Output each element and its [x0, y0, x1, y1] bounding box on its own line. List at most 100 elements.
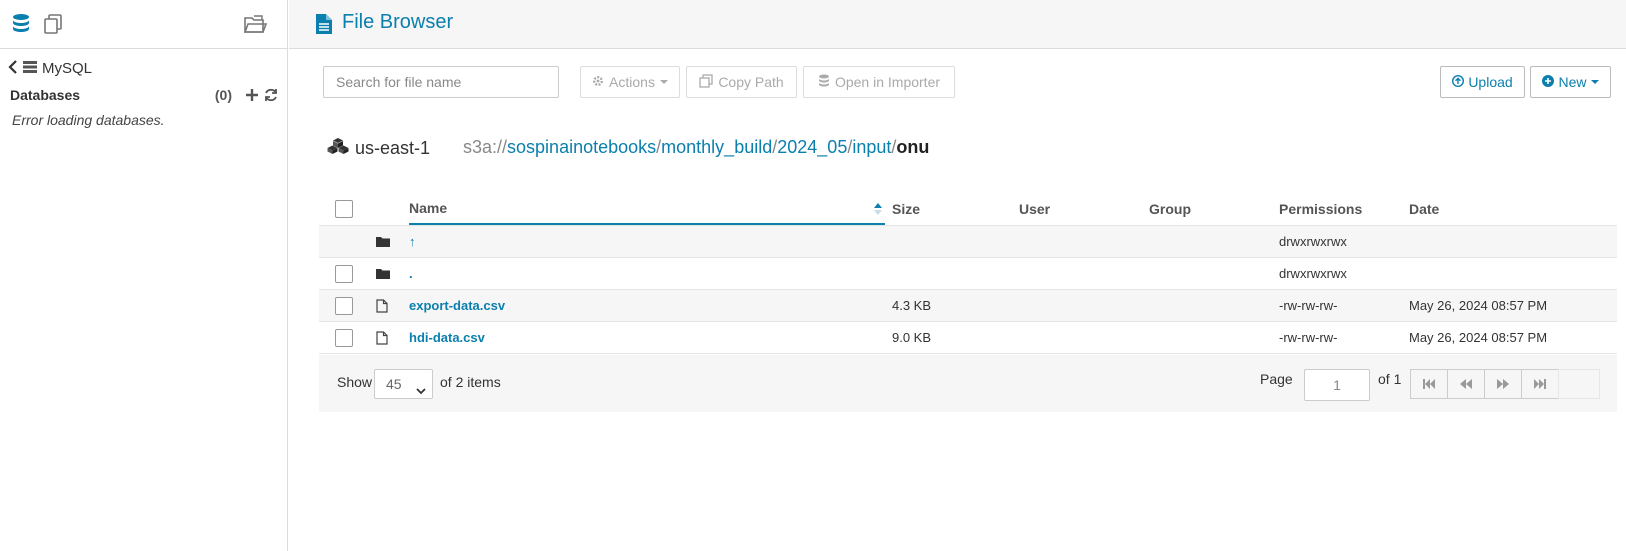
- page-size-select[interactable]: 45: [374, 369, 433, 399]
- select-all-checkbox[interactable]: [335, 193, 353, 225]
- caret-down-icon: [659, 80, 668, 84]
- databases-title: Databases: [10, 87, 81, 103]
- parent-directory-link[interactable]: ↑: [409, 234, 416, 249]
- file-permissions: drwxrwxrwx: [1279, 234, 1347, 249]
- row-checkbox[interactable]: [335, 258, 353, 289]
- items-count: of 2 items: [440, 374, 501, 390]
- page-label: Page: [1260, 371, 1293, 387]
- copy-path-label: Copy Path: [718, 74, 784, 90]
- row-checkbox[interactable]: [335, 322, 353, 353]
- new-button[interactable]: New: [1530, 66, 1611, 98]
- file-text-icon: [316, 14, 332, 37]
- caret-down-icon: [1590, 80, 1599, 84]
- breadcrumb-segment[interactable]: input: [852, 137, 891, 158]
- left-assist-panel: MySQL Databases (0) Error loading databa…: [0, 0, 288, 551]
- breadcrumb-segment[interactable]: 2024_05: [777, 137, 847, 158]
- file-link[interactable]: hdi-data.csv: [409, 330, 485, 345]
- documents-icon[interactable]: [42, 13, 64, 35]
- first-page-button[interactable]: [1410, 369, 1448, 399]
- row-checkbox[interactable]: [335, 290, 353, 321]
- refresh-icon[interactable]: [264, 88, 278, 102]
- cubes-icon: [327, 137, 349, 160]
- search-input[interactable]: [323, 66, 559, 98]
- plus-icon[interactable]: [246, 89, 258, 101]
- file-permissions: drwxrwxrwx: [1279, 266, 1347, 281]
- file-size: 9.0 KB: [892, 330, 932, 345]
- file-name[interactable]: ↑: [409, 226, 885, 257]
- column-header-group[interactable]: Group: [1149, 193, 1191, 225]
- backward-icon: [1460, 379, 1472, 389]
- files-table: Name Size User Group Permissions Date ↑ …: [319, 193, 1617, 354]
- page-size-value: 45: [386, 376, 402, 392]
- column-name-label: Name: [409, 200, 448, 216]
- database-icon[interactable]: [11, 13, 31, 35]
- breadcrumb-current: onu: [896, 137, 930, 157]
- table-row[interactable]: . drwxrwxrwx: [319, 258, 1617, 290]
- page-header: File Browser: [289, 0, 1626, 49]
- databases-error: Error loading databases.: [12, 112, 165, 128]
- table-header: Name Size User Group Permissions Date: [319, 193, 1617, 226]
- open-in-importer-button[interactable]: Open in Importer: [803, 66, 955, 98]
- breadcrumb: s3a:// sospinainotebooks / monthly_build…: [463, 137, 929, 158]
- previous-page-button[interactable]: [1447, 369, 1485, 399]
- current-directory-link[interactable]: .: [409, 266, 413, 281]
- page-number-input[interactable]: [1304, 369, 1370, 401]
- file-name[interactable]: export-data.csv: [409, 290, 885, 321]
- table-row[interactable]: hdi-data.csv 9.0 KB -rw-rw-rw- May 26, 2…: [319, 322, 1617, 354]
- file-icon: [376, 322, 388, 353]
- file-name[interactable]: .: [409, 258, 885, 289]
- copy-path-button[interactable]: Copy Path: [686, 66, 797, 98]
- column-header-user[interactable]: User: [1019, 193, 1050, 225]
- chevron-left-icon: [8, 59, 18, 77]
- server-icon: [23, 60, 37, 77]
- assist-panel-toolbar: [0, 0, 287, 49]
- plus-circle-icon: [1542, 74, 1555, 90]
- breadcrumb-segment[interactable]: sospinainotebooks: [507, 137, 656, 158]
- file-link[interactable]: export-data.csv: [409, 298, 505, 313]
- forward-icon: [1497, 379, 1509, 389]
- file-date: May 26, 2024 08:57 PM: [1409, 330, 1548, 345]
- region-selector[interactable]: us-east-1: [327, 137, 430, 160]
- total-pages: of 1: [1378, 371, 1402, 387]
- region-name: us-east-1: [355, 138, 431, 158]
- file-icon: [376, 290, 388, 321]
- gear-icon: [592, 74, 604, 90]
- upload-label: Upload: [1468, 74, 1513, 90]
- folder-icon: [376, 258, 390, 289]
- folder-icon: [376, 226, 390, 257]
- sort-asc-icon: [873, 202, 883, 219]
- open-in-importer-label: Open in Importer: [834, 74, 941, 90]
- show-label: Show: [337, 374, 373, 390]
- upload-button[interactable]: Upload: [1440, 66, 1525, 98]
- arrow-circle-up-icon: [1452, 74, 1465, 90]
- column-header-date[interactable]: Date: [1409, 193, 1439, 225]
- step-forward-icon: [1534, 379, 1546, 389]
- chevron-down-icon: [416, 382, 426, 398]
- pager-spacer: [1558, 369, 1600, 399]
- file-date: May 26, 2024 08:57 PM: [1409, 298, 1548, 313]
- folder-open-icon[interactable]: [243, 13, 267, 35]
- breadcrumb-scheme[interactable]: s3a://: [463, 137, 507, 158]
- table-row[interactable]: ↑ drwxrwxrwx: [319, 226, 1617, 258]
- copy-icon: [699, 73, 713, 91]
- column-header-name[interactable]: Name: [409, 193, 885, 225]
- breadcrumb-segment[interactable]: monthly_build: [661, 137, 772, 158]
- database-icon: [818, 74, 830, 91]
- last-page-button[interactable]: [1521, 369, 1559, 399]
- actions-button[interactable]: Actions: [580, 66, 680, 98]
- pager-buttons: [1410, 369, 1600, 399]
- next-page-button[interactable]: [1484, 369, 1522, 399]
- column-header-size[interactable]: Size: [892, 193, 920, 225]
- file-permissions: -rw-rw-rw-: [1279, 298, 1338, 313]
- table-row[interactable]: export-data.csv 4.3 KB -rw-rw-rw- May 26…: [319, 290, 1617, 322]
- back-to-sources[interactable]: MySQL: [8, 58, 92, 78]
- actions-label: Actions: [609, 74, 655, 90]
- file-name[interactable]: hdi-data.csv: [409, 322, 885, 353]
- databases-header: Databases (0): [10, 84, 278, 106]
- page-title: File Browser: [342, 11, 454, 33]
- column-header-permissions[interactable]: Permissions: [1279, 193, 1362, 225]
- file-size: 4.3 KB: [892, 298, 932, 313]
- file-permissions: -rw-rw-rw-: [1279, 330, 1338, 345]
- step-backward-icon: [1423, 379, 1435, 389]
- new-label: New: [1558, 74, 1587, 90]
